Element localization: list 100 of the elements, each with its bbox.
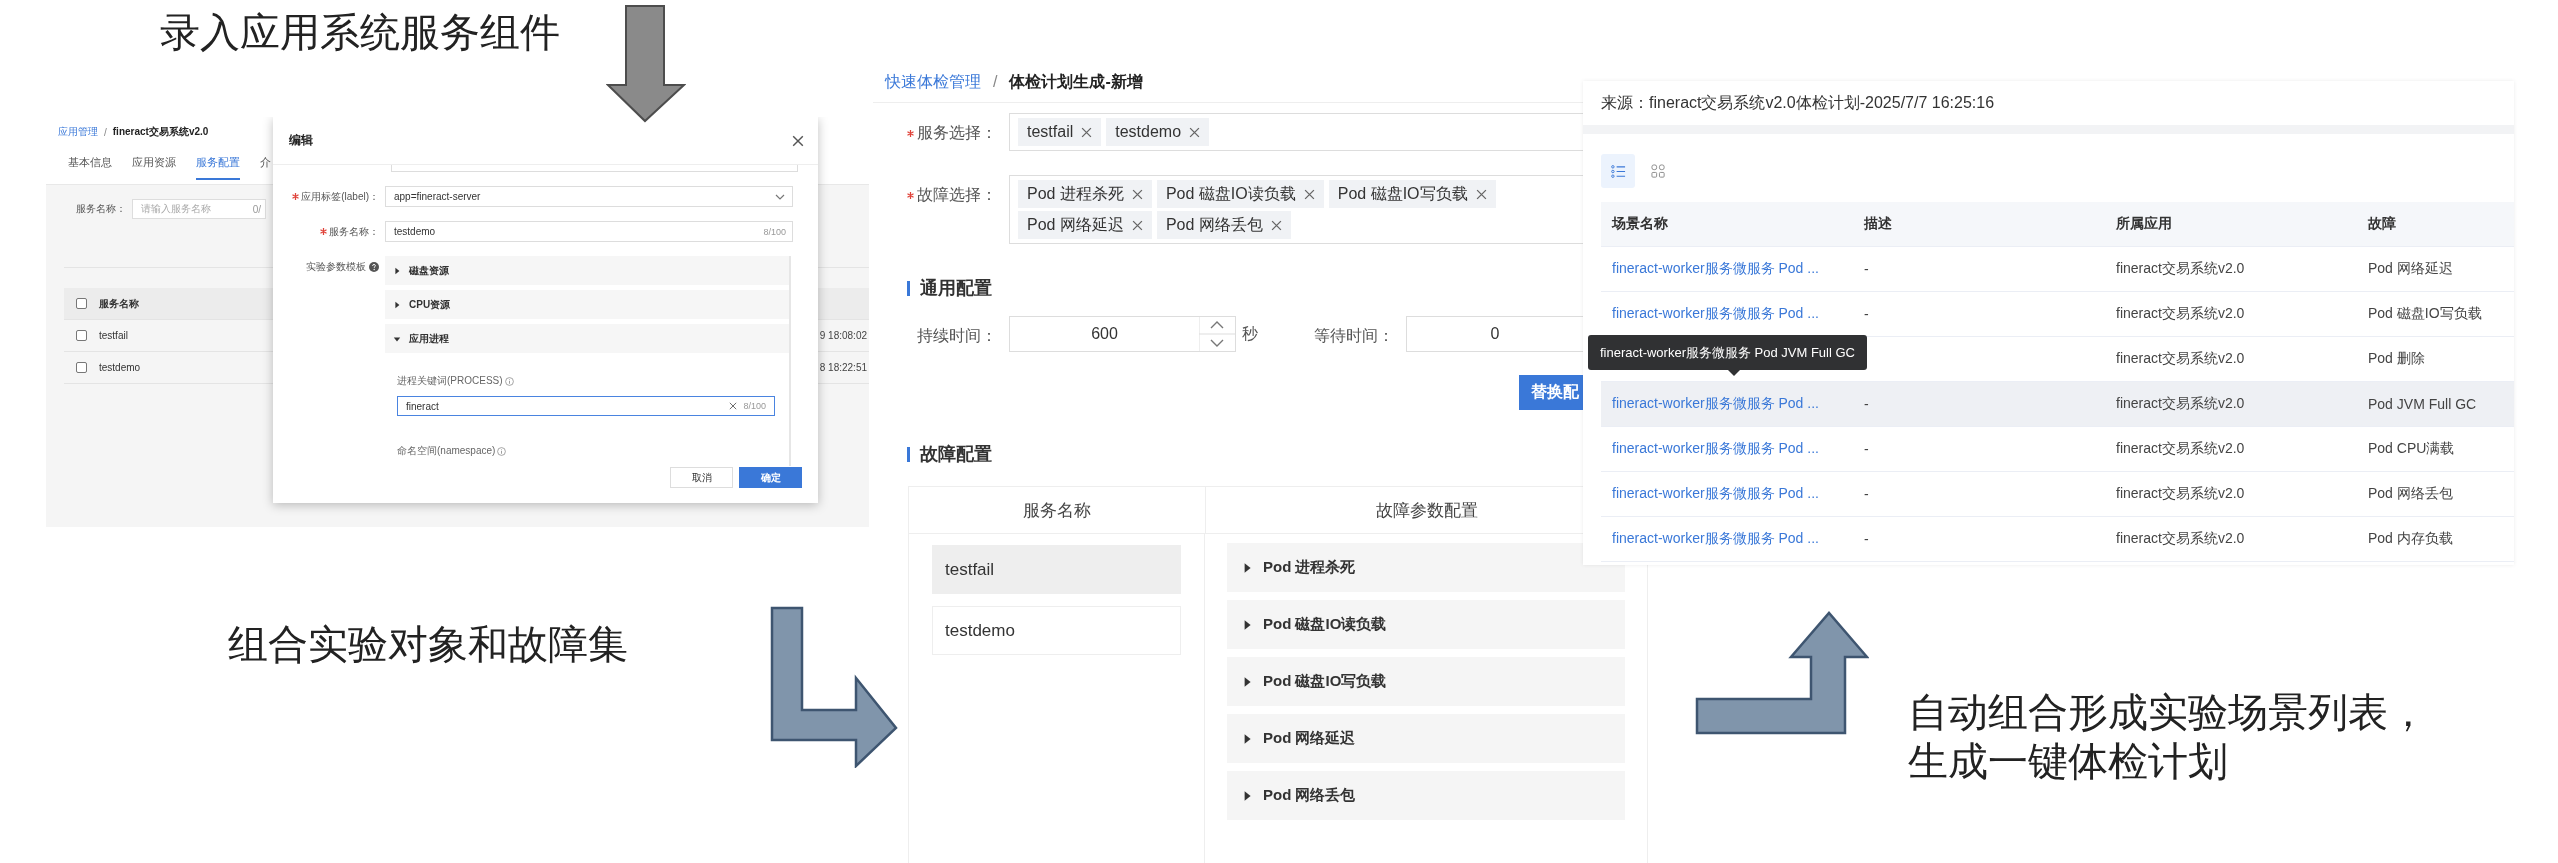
table-cell: Pod 磁盘IO写负载 bbox=[2368, 305, 2482, 323]
table-cell: Pod 网络延迟 bbox=[2368, 260, 2453, 278]
scenario-link[interactable]: fineract-worker服务微服务 Pod ... bbox=[1612, 485, 1819, 503]
close-icon[interactable] bbox=[1131, 219, 1143, 231]
column-header: 服务名称 bbox=[99, 296, 139, 311]
table-cell: Pod 网络丢包 bbox=[2368, 485, 2453, 503]
breadcrumb-current: fineract交易系统v2.0 bbox=[112, 125, 209, 139]
close-icon[interactable] bbox=[1189, 126, 1201, 138]
table-cell: fineract交易系统v2.0 bbox=[2116, 530, 2245, 548]
collapse-panel-header[interactable]: Pod 网络延迟 bbox=[1227, 714, 1625, 763]
caption: 组合实验对象和故障集 bbox=[228, 620, 628, 669]
caption: 录入应用系统服务组件 bbox=[160, 8, 560, 57]
tag-label: Pod 磁盘IO读负载 bbox=[1165, 183, 1296, 204]
table-cell: - bbox=[1864, 486, 1869, 502]
close-icon[interactable] bbox=[1081, 126, 1093, 138]
cancel-button[interactable]: 取消 bbox=[670, 467, 733, 488]
search-label: 服务名称： bbox=[76, 202, 126, 216]
section-marker bbox=[907, 446, 910, 462]
section-title: 故障配置 bbox=[920, 443, 992, 466]
scenario-link[interactable]: fineract-worker服务微服务 Pod ... bbox=[1612, 440, 1819, 458]
tag-label: testfail bbox=[1027, 123, 1074, 141]
table-cell: fineract交易系统v2.0 bbox=[2116, 350, 2245, 368]
scenario-link[interactable]: fineract-worker服务微服务 Pod ... bbox=[1612, 305, 1819, 323]
field-label: 故障选择： bbox=[917, 185, 997, 205]
checkbox[interactable] bbox=[76, 330, 87, 341]
scenario-link[interactable]: fineract-worker服务微服务 Pod ... bbox=[1612, 395, 1819, 413]
tooltip-pointer bbox=[1728, 370, 1740, 376]
table-cell-text: 9 18:08:02 bbox=[819, 330, 868, 341]
list-item[interactable]: testfail bbox=[932, 545, 1181, 594]
scenario-link[interactable]: fineract-worker服务微服务 Pod ... bbox=[1612, 260, 1819, 278]
collapse-panel-header[interactable]: CPU资源 bbox=[385, 290, 789, 319]
breadcrumb-current: 体检计划生成-新增 bbox=[1009, 71, 1143, 92]
tag-label: Pod 磁盘IO写负载 bbox=[1337, 183, 1468, 204]
breadcrumb-separator: / bbox=[993, 73, 998, 91]
table-cell: fineract交易系统v2.0 bbox=[2116, 485, 2245, 503]
help-icon bbox=[369, 262, 379, 272]
table-cell: Pod 删除 bbox=[2368, 350, 2425, 368]
field-label: 持续时间： bbox=[917, 326, 997, 346]
column-header: 场景名称 bbox=[1610, 214, 1669, 233]
close-icon[interactable] bbox=[1475, 188, 1487, 200]
table-cell: testfail bbox=[99, 330, 128, 341]
table-cell: testdemo bbox=[99, 362, 141, 373]
tab[interactable]: 基本信息 bbox=[68, 155, 112, 180]
breadcrumb-separator: / bbox=[104, 126, 107, 138]
collapse-panel-header[interactable]: Pod 进程杀死 bbox=[1227, 543, 1625, 592]
table-cell: - bbox=[1864, 396, 1869, 412]
section-marker bbox=[907, 280, 910, 296]
tag-label: testdemo bbox=[1115, 123, 1182, 141]
collapse-panel-header[interactable]: Pod 磁盘IO写负载 bbox=[1227, 657, 1625, 706]
input-field[interactable]: fineract 8/100 bbox=[397, 396, 775, 416]
tag-label: Pod 进程杀死 bbox=[1027, 183, 1124, 204]
breadcrumb-link[interactable]: 应用管理 bbox=[58, 125, 98, 139]
tab[interactable]: 应用资源 bbox=[132, 155, 176, 180]
tag-label: Pod 网络延迟 bbox=[1027, 214, 1124, 235]
multi-select-field[interactable]: Pod 进程杀死 Pod 磁盘IO读负载 Pod 磁盘IO写负载 Pod 网络延迟 Pod 网络丢包 bbox=[1009, 175, 1583, 244]
info-icon bbox=[504, 376, 514, 386]
column-header: 服务名称 bbox=[909, 487, 1206, 533]
table-cell: fineract交易系统v2.0 bbox=[2116, 260, 2245, 278]
breadcrumb-link[interactable]: 快速体检管理 bbox=[885, 71, 981, 93]
multi-select-field[interactable]: testfail testdemo bbox=[1009, 113, 1583, 151]
tag-label: Pod 网络丢包 bbox=[1165, 214, 1263, 235]
close-icon[interactable] bbox=[792, 134, 804, 147]
input-field[interactable]: testdemo 8/100 bbox=[385, 221, 793, 242]
field-label: 服务选择： bbox=[917, 123, 997, 143]
close-icon[interactable] bbox=[729, 402, 738, 410]
list-icon bbox=[1610, 163, 1626, 179]
field-label: 进程关键词(PROCESS) bbox=[397, 374, 503, 388]
number-field[interactable]: 0 bbox=[1406, 316, 1583, 352]
replace-button[interactable]: 替换配 bbox=[1519, 375, 1583, 410]
checkbox[interactable] bbox=[76, 362, 87, 373]
close-icon[interactable] bbox=[1131, 188, 1143, 200]
number-field[interactable]: 600 bbox=[1009, 316, 1236, 352]
list-view-button[interactable] bbox=[1601, 154, 1635, 188]
table-cell: - bbox=[1864, 441, 1869, 457]
caption: 生成一键体检计划 bbox=[1908, 737, 2229, 786]
table-cell: - bbox=[1864, 531, 1869, 547]
collapse-panel-header[interactable]: 磁盘资源 bbox=[385, 256, 789, 285]
collapse-panel-header[interactable]: Pod 网络丢包 bbox=[1227, 771, 1625, 820]
table-cell: - bbox=[1864, 261, 1869, 277]
table-cell: fineract交易系统v2.0 bbox=[2116, 440, 2245, 458]
column-header: 所属应用 bbox=[2115, 214, 2173, 233]
tooltip: fineract-worker服务微服务 Pod JVM Full GC bbox=[1588, 335, 1867, 370]
collapse-panel-header[interactable]: Pod 磁盘IO读负载 bbox=[1227, 600, 1625, 649]
info-icon bbox=[497, 446, 507, 456]
table-cell-text: 8 18:22:51 bbox=[819, 362, 868, 373]
close-icon[interactable] bbox=[1303, 188, 1315, 200]
dialog-title: 编辑 bbox=[289, 132, 313, 149]
select-field[interactable]: app=fineract-server bbox=[385, 186, 793, 207]
caption: 自动组合形成实验场景列表， bbox=[1908, 688, 2428, 737]
close-icon[interactable] bbox=[1270, 219, 1282, 231]
field-label: 等待时间： bbox=[1314, 326, 1394, 346]
column-header: 描述 bbox=[1863, 214, 1893, 233]
confirm-button[interactable]: 确定 bbox=[739, 467, 802, 488]
tab[interactable]: 服务配置 bbox=[196, 155, 240, 180]
section-title: 通用配置 bbox=[920, 277, 992, 300]
table-cell: fineract交易系统v2.0 bbox=[2116, 395, 2245, 413]
list-item[interactable]: testdemo bbox=[932, 606, 1181, 655]
tab[interactable]: 介 bbox=[260, 155, 271, 180]
collapse-panel-header[interactable]: 应用进程 bbox=[385, 324, 789, 353]
checkbox[interactable] bbox=[76, 298, 87, 309]
